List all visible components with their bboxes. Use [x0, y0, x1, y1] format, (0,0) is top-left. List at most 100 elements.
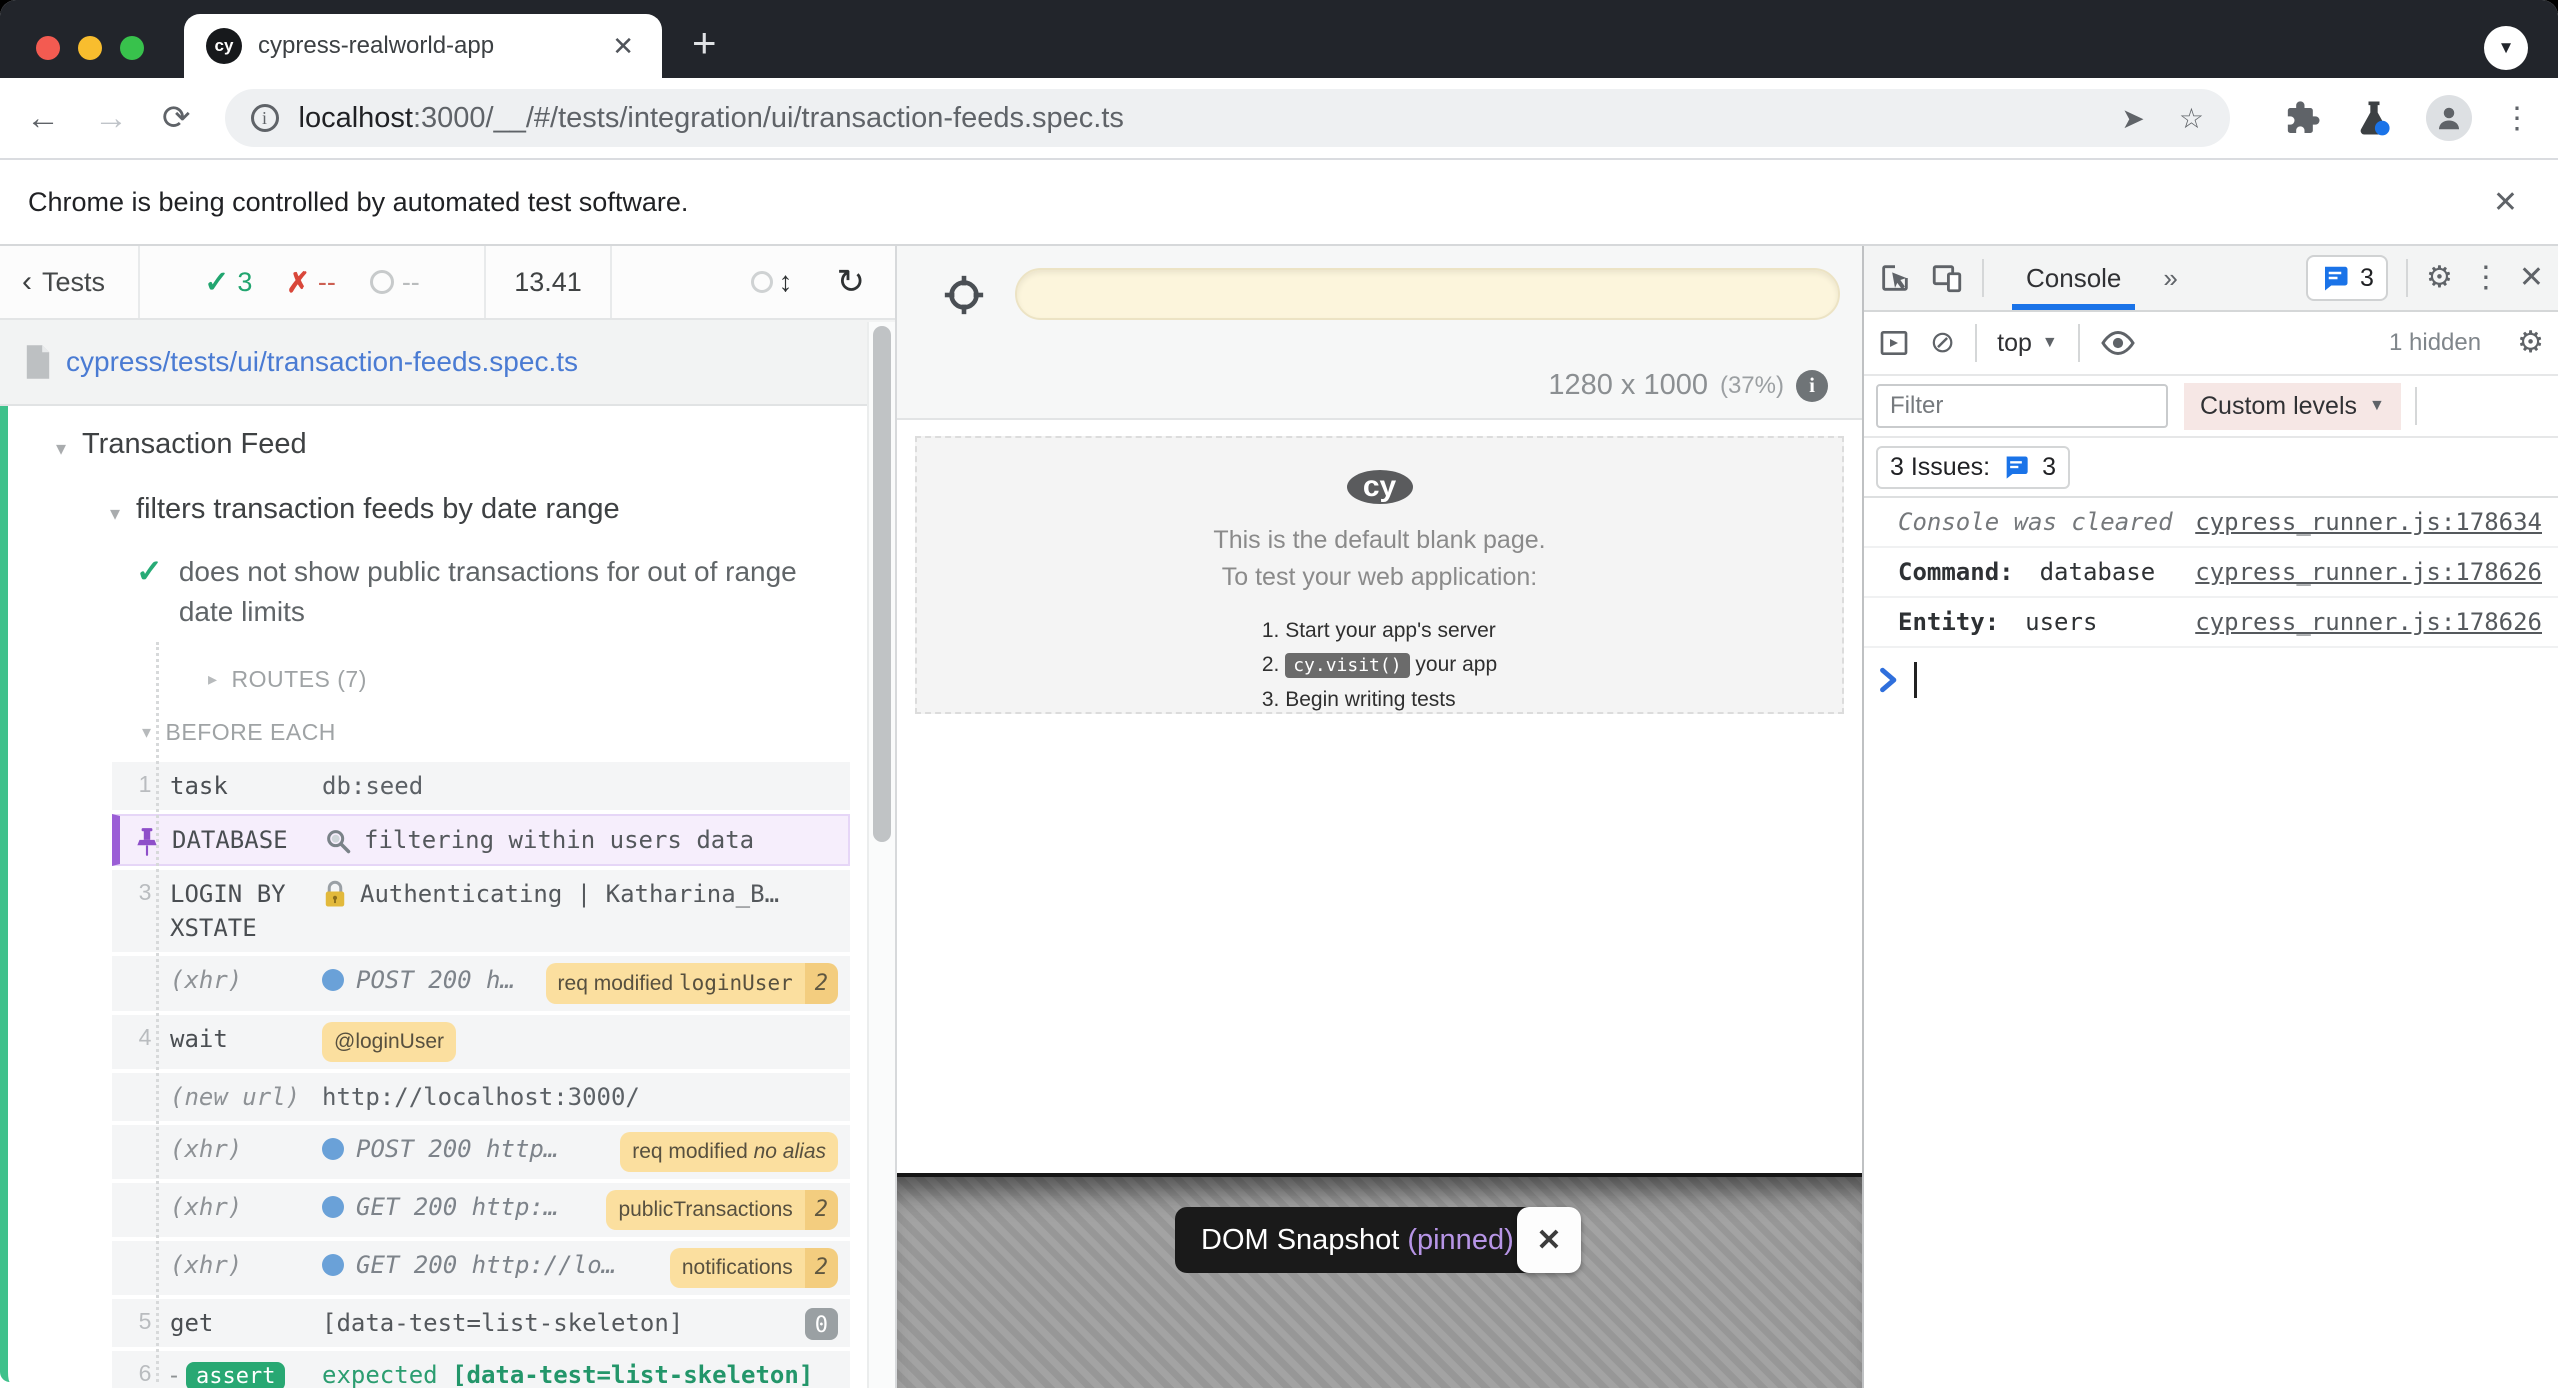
browser-menu-icon[interactable]: ⋮ — [2502, 101, 2532, 136]
devtools-panel: Console » 3 ⚙ ⋮ ✕ ⊘ top▼ — [1862, 246, 2558, 1388]
command-row-xhr-notifications[interactable]: (xhr) GET 200 http://lo… notifications2 — [112, 1241, 850, 1295]
forward-icon[interactable]: → — [94, 101, 128, 135]
auto-scroll-toggle[interactable]: ↕ — [751, 266, 793, 298]
dom-snapshot-pill: DOM Snapshot (pinned) — [1175, 1207, 1540, 1273]
tab-console[interactable]: Console — [2002, 246, 2145, 310]
source-link[interactable]: cypress_runner.js:178626 — [2195, 608, 2542, 636]
command-row-new-url[interactable]: (new url) http://localhost:3000/ — [112, 1073, 850, 1121]
pin-icon — [122, 823, 172, 857]
command-row-wait[interactable]: 4 wait @loginUser — [112, 1015, 850, 1069]
address-bar[interactable]: localhost:3000/__/#/tests/integration/ui… — [225, 89, 2231, 147]
viewport-info-icon[interactable] — [1796, 370, 1828, 402]
viewport-size: 1280 x 1000 — [1548, 369, 1708, 402]
source-link[interactable]: cypress_runner.js:178634 — [2195, 508, 2542, 536]
rerun-tests-icon[interactable]: ↻ — [837, 262, 866, 302]
log-levels-dropdown[interactable]: Custom levels▼ — [2184, 383, 2401, 430]
clear-console-icon[interactable]: ⊘ — [1930, 328, 1955, 358]
more-tabs-icon[interactable]: » — [2163, 263, 2177, 294]
browser-tab[interactable]: cy cypress-realworld-app ✕ — [184, 14, 662, 78]
macos-traffic-lights[interactable] — [36, 36, 144, 60]
routes-label: ROUTES (7) — [232, 666, 367, 693]
blank-page-line2: To test your web application: — [1222, 563, 1537, 592]
command-row-login-by-xstate[interactable]: 3 LOGIN BY XSTATE Authenticating | Katha… — [112, 870, 850, 952]
unpin-snapshot-button[interactable]: ✕ — [1517, 1207, 1581, 1273]
back-icon[interactable]: ← — [26, 101, 60, 135]
cy-visit-code: cy.visit() — [1285, 653, 1409, 678]
devtools-close-icon[interactable]: ✕ — [2519, 263, 2544, 293]
collapse-caret-icon[interactable]: ▾ — [142, 722, 152, 743]
default-blank-page: cy This is the default blank page. To te… — [915, 436, 1844, 714]
command-row-xhr-public-transactions[interactable]: (xhr) GET 200 http:… publicTransactions2 — [112, 1183, 850, 1237]
command-row-xhr-login[interactable]: (xhr) POST 200 h… req modified loginUser… — [112, 956, 850, 1011]
element-count-badge: 0 — [805, 1308, 838, 1340]
context-selector[interactable]: top▼ — [1997, 329, 2058, 358]
tab-title: cypress-realworld-app — [258, 32, 606, 60]
issues-counter-button[interactable]: 3 — [2306, 255, 2388, 301]
hidden-messages-label[interactable]: 1 hidden — [2389, 329, 2481, 357]
infobar-close-icon[interactable]: ✕ — [2493, 185, 2518, 220]
send-to-device-icon[interactable]: ➤ — [2121, 102, 2144, 135]
issues-bar-button[interactable]: 3 Issues: 3 — [1876, 446, 2070, 489]
zoom-window-button[interactable] — [120, 36, 144, 60]
device-toolbar-icon[interactable] — [1930, 261, 1964, 295]
test-case-row[interactable]: ✓ does not show public transactions for … — [8, 552, 867, 632]
command-row-database-pinned[interactable]: DATABASE filtering within users data — [112, 814, 850, 866]
page-info-icon[interactable] — [251, 104, 279, 132]
expand-caret-icon[interactable]: ▸ — [208, 669, 218, 690]
console-settings-gear-icon[interactable]: ⚙ — [2517, 328, 2544, 358]
tab-close-icon[interactable]: ✕ — [606, 31, 640, 62]
suite-transaction-feed[interactable]: ▾ Transaction Feed — [8, 428, 867, 461]
inspect-element-icon[interactable] — [1878, 261, 1912, 295]
back-to-tests-label: Tests — [42, 267, 105, 298]
devtools-menu-icon[interactable]: ⋮ — [2471, 263, 2501, 293]
spec-file-link[interactable]: cypress/tests/ui/transaction-feeds.spec.… — [66, 346, 578, 378]
suite-title: Transaction Feed — [82, 428, 307, 461]
new-tab-button[interactable]: + — [692, 22, 717, 64]
back-to-tests-button[interactable]: ‹ Tests — [0, 246, 140, 318]
collapse-caret-icon[interactable]: ▾ — [110, 493, 120, 526]
profile-avatar[interactable] — [2426, 95, 2472, 141]
source-link[interactable]: cypress_runner.js:178626 — [2195, 558, 2542, 586]
command-row-task[interactable]: 1 task db:seed — [112, 762, 850, 810]
reload-icon[interactable]: ⟳ — [162, 101, 191, 135]
suite-filters-by-date-range[interactable]: ▾ filters transaction feeds by date rang… — [8, 493, 867, 526]
prompt-chevron-icon — [1878, 667, 1900, 693]
alias-badge: @loginUser — [322, 1022, 456, 1062]
close-window-button[interactable] — [36, 36, 60, 60]
console-row-entity: Entity:users cypress_runner.js:178626 — [1864, 598, 2558, 648]
active-tab-underline — [2012, 304, 2135, 310]
console-prompt[interactable] — [1864, 648, 2558, 698]
minimize-window-button[interactable] — [78, 36, 102, 60]
tab-search-button[interactable]: ▼ — [2484, 26, 2528, 70]
cypress-extension-flask-icon[interactable] — [2352, 96, 2396, 140]
url-text[interactable]: localhost:3000/__/#/tests/integration/ui… — [299, 102, 1124, 135]
collapse-caret-icon[interactable]: ▾ — [56, 428, 66, 461]
filter-input[interactable] — [1876, 384, 2168, 428]
console-row-cleared: Console was cleared cypress_runner.js:17… — [1864, 498, 2558, 548]
bookmark-star-icon[interactable]: ☆ — [2179, 102, 2204, 135]
automation-infobar: Chrome is being controlled by automated … — [0, 158, 2558, 246]
cross-icon: ✗ — [286, 266, 309, 299]
routes-section-header[interactable]: ▸ ROUTES (7) — [208, 666, 867, 693]
route-badge: notifications2 — [670, 1248, 838, 1288]
reporter-scrollbar[interactable] — [867, 322, 895, 1388]
issues-bubble-icon — [2320, 263, 2350, 293]
reporter-controls: ↕ ↻ — [612, 246, 895, 318]
eye-icon[interactable] — [2100, 325, 2136, 361]
selector-playground-icon[interactable] — [941, 272, 987, 318]
route-badge: publicTransactions2 — [606, 1190, 838, 1230]
test-passed-check-icon: ✓ — [136, 552, 163, 590]
command-row-assert[interactable]: 6 -assert expected [data-test=list-skele… — [112, 1351, 850, 1388]
console-sidebar-toggle-icon[interactable] — [1878, 327, 1910, 359]
hook-guide-line — [156, 642, 159, 1382]
before-each-section-header[interactable]: ▾ BEFORE EACH — [142, 719, 867, 746]
extensions-puzzle-icon[interactable] — [2282, 98, 2322, 138]
badge-count: 2 — [805, 963, 838, 1004]
command-row-get[interactable]: 5 get [data-test=list-skeleton] 0 — [112, 1299, 850, 1347]
aut-url-bar[interactable] — [1015, 268, 1840, 320]
command-row-xhr-noalias[interactable]: (xhr) POST 200 http… req modified no ali… — [112, 1125, 850, 1179]
route-badge: req modified loginUser2 — [546, 963, 838, 1004]
spec-file-row: cypress/tests/ui/transaction-feeds.spec.… — [0, 320, 895, 406]
scrollbar-thumb[interactable] — [873, 326, 891, 842]
devtools-settings-gear-icon[interactable]: ⚙ — [2426, 263, 2453, 293]
